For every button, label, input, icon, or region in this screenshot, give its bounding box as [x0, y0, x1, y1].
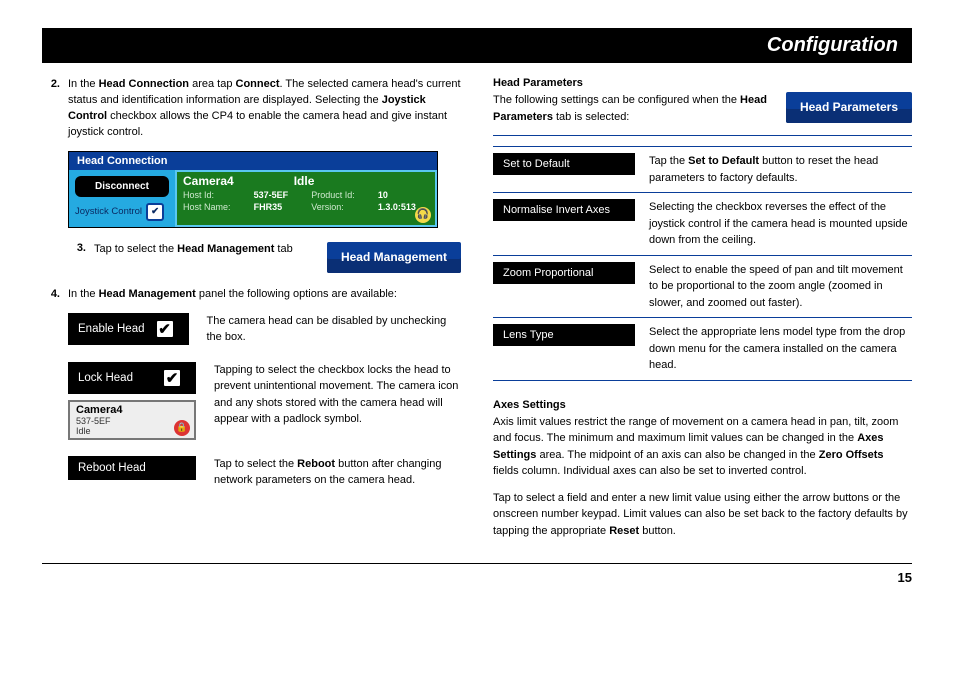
lock-head-toggle[interactable]: Lock Head ✔	[68, 362, 196, 394]
divider	[493, 135, 912, 136]
table-row: Lens Type Select the appropriate lens mo…	[493, 317, 912, 380]
disconnect-button[interactable]: Disconnect	[75, 176, 169, 197]
enable-head-toggle[interactable]: Enable Head ✔	[68, 313, 189, 345]
camera-state: Idle	[294, 174, 315, 188]
lock-icon: 🔒	[174, 420, 190, 436]
divider	[42, 563, 912, 564]
zoom-proportional-toggle[interactable]: Zoom Proportional	[493, 262, 635, 284]
row-desc: Selecting the checkbox reverses the effe…	[649, 199, 912, 249]
prodid-value: 10	[378, 190, 429, 200]
step-text: In the Head Connection area tap Connect.…	[68, 77, 461, 141]
camera-card-name: Camera4	[76, 404, 188, 416]
camera-card-state: Idle	[76, 426, 188, 436]
head-management-tab[interactable]: Head Management	[327, 242, 461, 273]
hostname-value: FHR35	[254, 202, 302, 212]
row-desc: Tap the Set to Default button to reset t…	[649, 153, 912, 186]
step-text: In the Head Management panel the followi…	[68, 287, 461, 303]
step-number: 2.	[42, 77, 60, 141]
checkbox-icon: ✔	[155, 319, 175, 339]
prodid-label: Product Id:	[311, 190, 368, 200]
option-description: The camera head can be disabled by unche…	[207, 313, 462, 346]
joystick-label: Joystick Control	[75, 206, 142, 217]
camera-card-id: 537-5EF	[76, 416, 188, 426]
table-row: Normalise Invert Axes Selecting the chec…	[493, 192, 912, 255]
head-parameters-tab[interactable]: Head Parameters	[786, 92, 912, 123]
reboot-head-button[interactable]: Reboot Head	[68, 456, 196, 480]
camera-card: Camera4 537-5EF Idle 🔒	[68, 400, 196, 440]
normalise-invert-axes-toggle[interactable]: Normalise Invert Axes	[493, 199, 635, 221]
lens-type-dropdown[interactable]: Lens Type	[493, 324, 635, 346]
table-row: Zoom Proportional Select to enable the s…	[493, 255, 912, 318]
joystick-control-toggle[interactable]: Joystick Control ✔	[75, 203, 169, 221]
checkbox-icon: ✔	[162, 368, 182, 388]
row-desc: Select to enable the speed of pan and ti…	[649, 262, 912, 312]
row-desc: Select the appropriate lens model type f…	[649, 324, 912, 374]
option-description: Tap to select the Reboot button after ch…	[214, 456, 461, 489]
section-heading: Axes Settings	[493, 399, 912, 411]
hostid-label: Host Id:	[183, 190, 244, 200]
section-intro: The following settings can be configured…	[493, 92, 768, 125]
page-title: Configuration	[42, 28, 912, 63]
checkbox-icon: ✔	[146, 203, 164, 221]
left-column: 2. In the Head Connection area tap Conne…	[42, 77, 461, 549]
head-parameters-table: Set to Default Tap the Set to Default bu…	[493, 146, 912, 381]
set-to-default-button[interactable]: Set to Default	[493, 153, 635, 175]
right-column: Head Parameters The following settings c…	[493, 77, 912, 549]
table-row: Set to Default Tap the Set to Default bu…	[493, 146, 912, 192]
paragraph: Axis limit values restrict the range of …	[493, 414, 912, 480]
step-text: Tap to select the Head Management tab	[94, 242, 297, 258]
page-number: 15	[42, 570, 912, 585]
hostname-label: Host Name:	[183, 202, 244, 212]
head-connection-panel: Head Connection Disconnect Joystick Cont…	[68, 151, 438, 228]
section-heading: Head Parameters	[493, 77, 912, 89]
paragraph: Tap to select a field and enter a new li…	[493, 490, 912, 540]
step-number: 4.	[42, 287, 60, 303]
version-label: Version:	[311, 202, 368, 212]
hostid-value: 537-5EF	[254, 190, 302, 200]
step-number: 3.	[68, 242, 86, 258]
camera-info-panel: Camera4 Idle Host Id: 537-5EF Product Id:…	[175, 170, 437, 227]
option-description: Tapping to select the checkbox locks the…	[214, 362, 461, 428]
head-connection-header: Head Connection	[69, 152, 437, 170]
camera-name: Camera4	[183, 174, 234, 188]
headphones-icon: 🎧	[415, 207, 431, 223]
